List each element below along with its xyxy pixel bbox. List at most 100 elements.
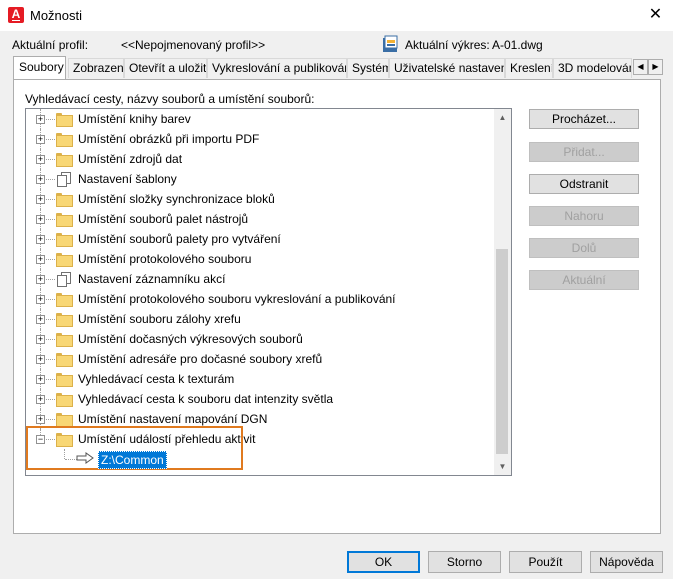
current-profile-value: <<Nepojmenovaný profil>> [121,38,266,52]
help-button[interactable]: Nápověda [590,551,663,573]
tree-item[interactable]: + Umístění souborů palet nástrojů [26,209,486,229]
tree-item-label: Umístění obrázků při importu PDF [78,132,260,146]
tab-3d-modelovani[interactable]: 3D modelování [553,58,632,78]
tree-item-label: Umístění zdrojů dat [78,152,183,166]
tree-scrollbar[interactable]: ▲ ▼ [494,109,511,475]
tree-item[interactable]: + Umístění protokolového souboru [26,249,486,269]
tree-caption: Vyhledávací cesty, názvy souborů a umíst… [25,92,315,106]
tree-item[interactable]: + Umístění adresáře pro dočasné soubory x… [26,349,486,369]
tree-item-label: Umístění protokolového souboru vykreslov… [78,292,396,306]
folder-icon [56,213,73,227]
folder-icon [56,393,73,407]
expand-icon[interactable]: + [36,415,45,424]
expand-icon[interactable]: + [36,335,45,344]
folder-icon [56,293,73,307]
remove-button[interactable]: Odstranit [529,174,639,194]
tree-item-label: Nastavení záznamníku akcí [78,272,226,286]
ok-button[interactable]: OK [347,551,420,573]
tab-scroll-left-button[interactable]: ◀ [633,59,648,75]
expand-icon[interactable]: + [36,135,45,144]
tab-zobrazeni[interactable]: Zobrazení [68,58,124,78]
expand-icon[interactable]: + [36,375,45,384]
folder-icon [56,253,73,267]
folder-icon [56,153,73,167]
folder-icon [56,313,73,327]
tab-otevrit-a-ulozit[interactable]: Otevřít a uložit [124,58,207,78]
pages-icon [57,172,71,187]
tree-item[interactable]: + Vyhledávací cesta k texturám [26,369,486,389]
tab-scroll-right-button[interactable]: ▶ [648,59,663,75]
tree-item[interactable]: + Umístění protokolového souboru vykreslo… [26,289,486,309]
folder-icon [56,133,73,147]
drawing-icon [383,35,398,52]
tab-soubory[interactable]: Soubory [13,56,66,79]
tree-item[interactable]: + Nastavení záznamníku akcí [26,269,486,289]
move-up-button[interactable]: Nahoru [529,206,639,226]
tree-item[interactable]: + Umístění obrázků při importu PDF [26,129,486,149]
expand-icon[interactable]: + [36,255,45,264]
expand-icon[interactable]: + [36,355,45,364]
tree-item[interactable]: + Umístění zdrojů dat [26,149,486,169]
expand-icon[interactable]: + [36,215,45,224]
expand-icon[interactable]: + [36,395,45,404]
app-icon: A [8,7,24,23]
tree-item-label: Umístění složky synchronizace bloků [78,192,275,206]
set-current-button[interactable]: Aktuální [529,270,639,290]
tree-item-label: Umístění nastavení mapování DGN [78,412,268,426]
move-down-button[interactable]: Dolů [529,238,639,258]
tree-item[interactable]: + Vyhledávací cesta k souboru dat intenzi… [26,389,486,409]
expand-icon[interactable]: + [36,115,45,124]
apply-button[interactable]: Použít [509,551,582,573]
current-drawing-label: Aktuální výkres: [405,38,490,52]
expand-icon[interactable]: + [36,195,45,204]
tree-item[interactable]: + Umístění dočasných výkresových souborů [26,329,486,349]
close-icon: ✕ [648,6,663,23]
current-drawing-value: A-01.dwg [492,38,543,52]
current-profile-label: Aktuální profil: [12,38,89,52]
tree-item-label: Umístění knihy barev [78,112,191,126]
folder-icon [56,413,73,427]
scroll-down-icon[interactable]: ▼ [494,458,511,475]
tab-vykreslovani[interactable]: Vykreslování a publikování [207,58,347,78]
folder-icon [56,353,73,367]
tree-item-label: Umístění protokolového souboru [78,252,252,266]
selected-path-item[interactable]: Z:\Common [98,451,167,469]
expand-icon[interactable]: + [36,175,45,184]
collapse-icon[interactable]: − [36,435,45,444]
scroll-up-icon[interactable]: ▲ [494,109,511,126]
expand-icon[interactable]: + [36,295,45,304]
file-locations-tree[interactable]: + Umístění knihy barev + Umístění obrázků p… [25,108,512,476]
folder-icon [56,193,73,207]
tree-item-label: Umístění dočasných výkresových souborů [78,332,303,346]
close-button[interactable]: ✕ [638,0,673,31]
expand-icon[interactable]: + [36,315,45,324]
tree-item-label: Nastavení šablony [78,172,177,186]
tree-item-label: Vyhledávací cesta k texturám [78,372,235,386]
tree-item[interactable]: + Umístění složky synchronizace bloků [26,189,486,209]
cancel-button[interactable]: Storno [428,551,501,573]
chevron-left-icon: ◀ [637,62,644,71]
expand-icon[interactable]: + [36,235,45,244]
tab-kresleni[interactable]: Kreslení [505,58,553,78]
browse-button[interactable]: Procházet... [529,109,639,129]
tree-item-label: Umístění souboru zálohy xrefu [78,312,241,326]
folder-icon [56,333,73,347]
tab-uzivatelske-nastaveni[interactable]: Uživatelské nastavení [389,58,505,78]
add-button[interactable]: Přidat... [529,142,639,162]
window-title: Možnosti [30,8,83,23]
folder-icon [56,373,73,387]
scroll-thumb[interactable] [496,249,508,454]
tree-item[interactable]: + Umístění souborů palety pro vytváření [26,229,486,249]
chevron-right-icon: ▶ [652,62,659,71]
expand-icon[interactable]: + [36,155,45,164]
tree-item-label: Umístění souborů palet nástrojů [78,212,249,226]
tab-system[interactable]: Systém [347,58,389,78]
title-bar: A Možnosti ✕ [0,0,673,31]
expand-icon[interactable]: + [36,275,45,284]
tree-item[interactable]: + Umístění knihy barev [26,109,486,129]
tree-item[interactable]: + Umístění souboru zálohy xrefu [26,309,486,329]
tree-item-label: Umístění souborů palety pro vytváření [78,232,281,246]
folder-icon [56,113,73,127]
tree-item[interactable]: + Nastavení šablony [26,169,486,189]
arrow-right-icon [76,452,94,464]
